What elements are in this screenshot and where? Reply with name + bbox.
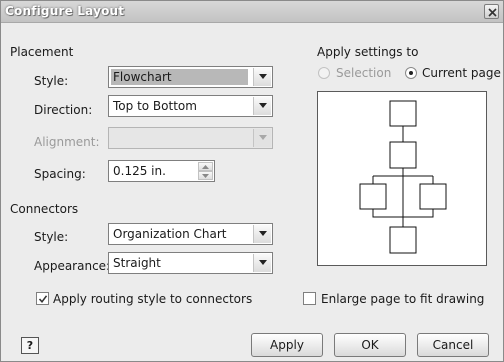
- chevron-up-icon: [202, 165, 209, 169]
- connectors-heading: Connectors: [10, 202, 79, 216]
- chevron-down-icon: [259, 135, 267, 140]
- placement-style-value: Flowchart: [111, 69, 248, 85]
- spacing-label: Spacing:: [34, 167, 86, 181]
- alignment-label: Alignment:: [34, 135, 100, 149]
- dropdown-button[interactable]: [253, 254, 271, 272]
- enlarge-page-label[interactable]: Enlarge page to fit drawing: [321, 292, 484, 306]
- enlarge-page-checkbox[interactable]: [303, 292, 316, 305]
- chevron-down-icon: [202, 174, 209, 178]
- spin-up-button[interactable]: [198, 162, 213, 171]
- help-button[interactable]: ?: [21, 337, 39, 354]
- alignment-select[interactable]: [108, 127, 273, 149]
- layout-preview: [317, 91, 487, 266]
- ok-button[interactable]: OK: [334, 333, 406, 357]
- dropdown-button[interactable]: [253, 225, 271, 243]
- chevron-down-icon: [259, 231, 267, 236]
- window-title: Configure Layout: [5, 4, 125, 18]
- direction-select[interactable]: Top to Bottom: [108, 95, 273, 117]
- configure-layout-dialog: Configure Layout Placement Style: Flowch…: [0, 0, 504, 362]
- placement-heading: Placement: [10, 45, 74, 59]
- title-bar: Configure Layout: [1, 1, 503, 23]
- close-button[interactable]: [484, 4, 499, 19]
- help-icon: ?: [26, 339, 34, 352]
- routing-checkbox[interactable]: [36, 292, 49, 305]
- chevron-down-icon: [259, 260, 267, 265]
- cancel-button[interactable]: Cancel: [417, 333, 489, 357]
- selection-radio[interactable]: [318, 67, 330, 79]
- placement-style-select[interactable]: Flowchart: [108, 66, 273, 88]
- placement-style-label: Style:: [34, 74, 69, 88]
- appearance-label: Appearance:: [34, 259, 111, 273]
- radio-dot-icon: [409, 71, 413, 75]
- flowchart-preview-diagram: [359, 100, 447, 254]
- appearance-value: Straight: [113, 256, 161, 270]
- connector-style-select[interactable]: Organization Chart: [108, 223, 273, 245]
- close-icon: [488, 8, 497, 17]
- apply-settings-heading: Apply settings to: [317, 45, 419, 59]
- appearance-select[interactable]: Straight: [108, 252, 273, 274]
- connector-style-label: Style:: [34, 230, 69, 244]
- connector-style-value: Organization Chart: [113, 227, 227, 241]
- direction-label: Direction:: [34, 103, 93, 117]
- chevron-down-icon: [259, 103, 267, 108]
- selection-label[interactable]: Selection: [336, 66, 391, 80]
- direction-value: Top to Bottom: [113, 99, 197, 113]
- dropdown-button[interactable]: [253, 97, 271, 115]
- current-page-radio[interactable]: [405, 67, 417, 79]
- current-page-label[interactable]: Current page: [422, 66, 501, 80]
- spin-down-button[interactable]: [198, 171, 213, 180]
- checkmark-icon: [38, 295, 48, 304]
- chevron-down-icon: [259, 74, 267, 79]
- apply-button[interactable]: Apply: [251, 333, 323, 357]
- routing-label[interactable]: Apply routing style to connectors: [53, 292, 252, 306]
- dropdown-button[interactable]: [253, 68, 271, 86]
- dropdown-button[interactable]: [253, 129, 271, 147]
- spacing-spinner[interactable]: 0.125 in.: [108, 160, 215, 182]
- spacing-value: 0.125 in.: [113, 164, 166, 178]
